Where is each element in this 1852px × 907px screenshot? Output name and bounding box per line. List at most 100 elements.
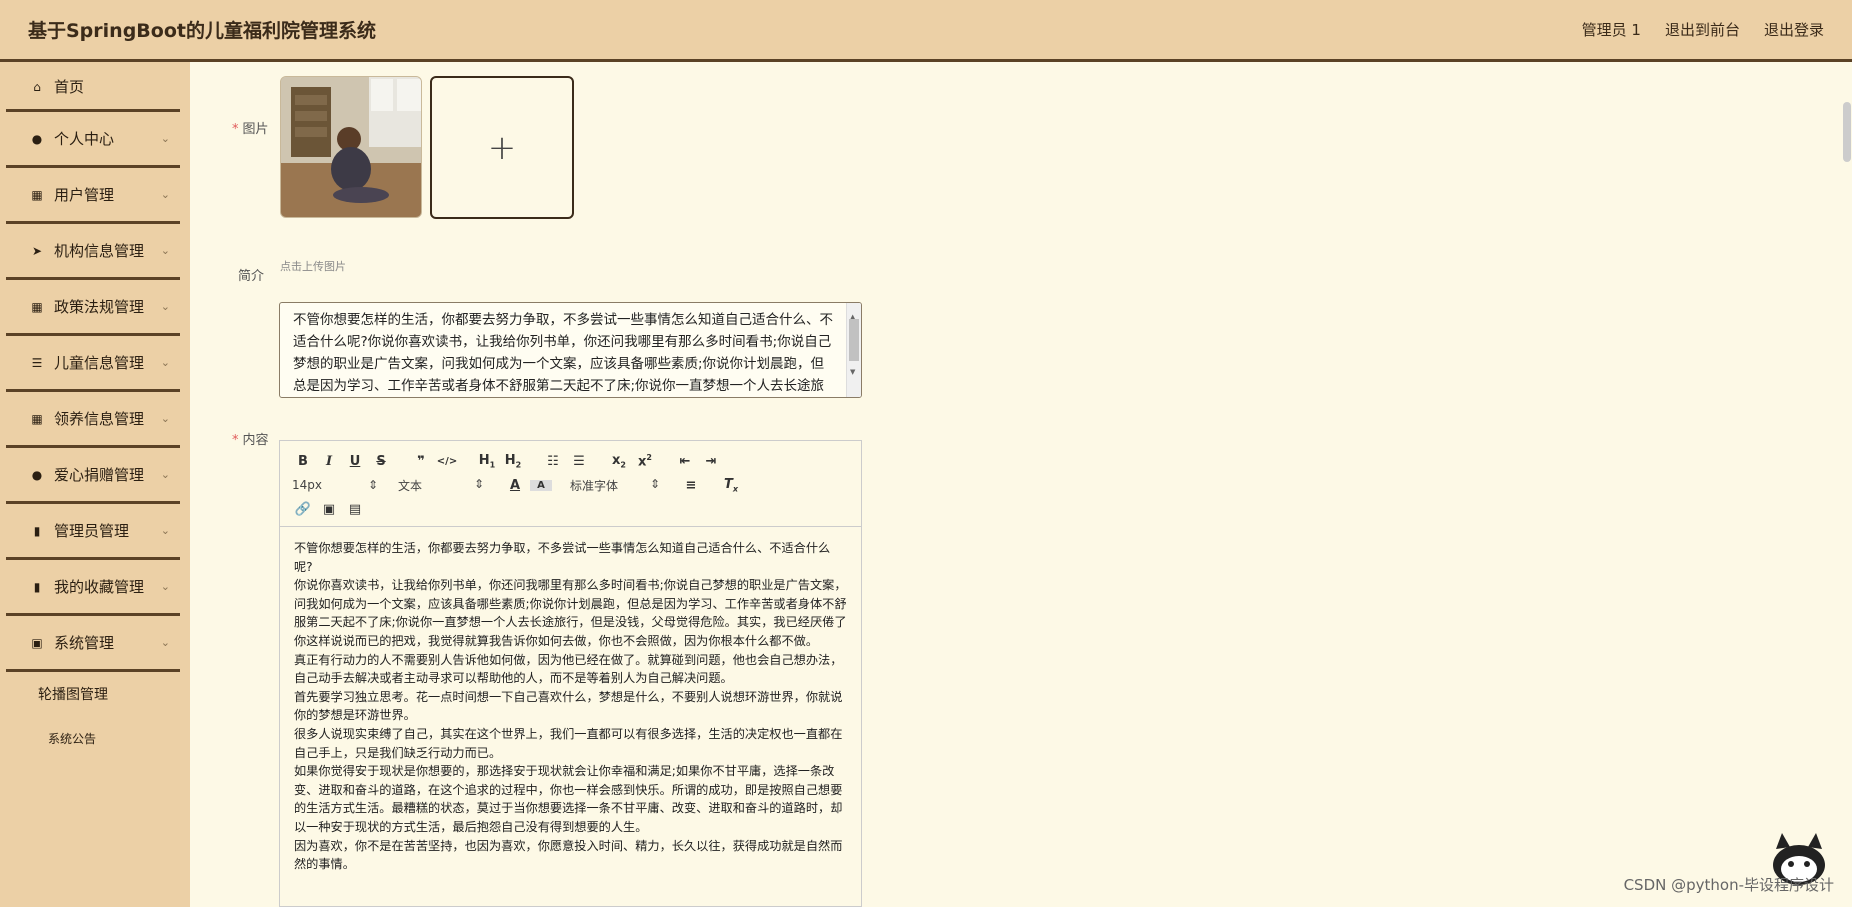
code-block-icon[interactable]: </> [436,456,458,467]
editor-paragraph: 首先要学习独立思考。花一点时间想一下自己喜欢什么，梦想是什么，不要别人说想环游世… [294,689,843,723]
page-scrollbar[interactable] [1842,62,1852,907]
send-icon: ➤ [31,243,43,258]
sidebar-item-label: 爱心捐赠管理 [54,466,145,484]
app-title: 基于SpringBoot的儿童福利院管理系统 [28,20,376,42]
chevron-down-icon: ⌄ [160,412,170,425]
clear-format-icon[interactable]: Tx [720,477,742,494]
editor-paragraph: 不管你想要怎样的生活，你都要去努力争取，不多尝试一些事情怎么知道自己适合什么、不… [294,541,831,574]
current-user: 管理员 1 [1581,21,1641,39]
sidebar-subitem-1[interactable]: 系统公告 [0,716,190,760]
page-scroll-thumb[interactable] [1843,102,1851,162]
blockquote-icon[interactable]: ❞ [410,454,432,469]
sidebar-item-label: 首页 [54,78,85,96]
sidebar-item-10[interactable]: ▣ 系统管理 ⌄ [6,616,180,672]
sidebar-item-5[interactable]: ☰ 儿童信息管理 ⌄ [6,336,180,392]
sidebar-item-1[interactable]: ● 个人中心 ⌄ [6,112,180,168]
editor-paragraph: 因为喜欢，你不是在苦苦坚持，也因为喜欢，你愿意投入时间、精力，长久以往，获得成功… [294,838,843,872]
intro-textarea[interactable]: 不管你想要怎样的生活，你都要去努力争取，不多尝试一些事情怎么知道自己适合什么、不… [279,302,862,398]
chevron-down-icon: ⌄ [160,356,170,369]
superscript-icon[interactable]: x2 [634,453,656,469]
scroll-thumb[interactable] [849,319,859,361]
sidebar-item-3[interactable]: ➤ 机构信息管理 ⌄ [6,224,180,280]
heading-2-icon[interactable]: H2 [502,453,524,470]
required-mark: * [232,122,239,137]
editor-paragraph: 如果你觉得安于现状是你想要的，那选择安于现状就会让你幸福和满足;如果你不甘平庸，… [294,764,843,834]
back-to-front-link[interactable]: 退出到前台 [1665,19,1740,40]
grid-icon: ▦ [31,187,43,202]
indent-icon[interactable]: ⇥ [700,454,722,469]
italic-icon[interactable]: I [318,454,340,469]
upload-image-button[interactable]: + [430,76,574,219]
bullet-list-icon[interactable]: ☰ [568,454,590,469]
chevron-down-icon: ⌄ [160,188,170,201]
sidebar-item-label: 机构信息管理 [54,242,145,260]
user-icon: ● [31,131,43,146]
content-field-label: * 内容 [232,433,269,448]
chevron-down-icon: ⌄ [160,132,170,145]
editor-content[interactable]: 不管你想要怎样的生活，你都要去努力争取，不多尝试一些事情怎么知道自己适合什么、不… [280,527,861,907]
editor-paragraph: 很多人说现实束缚了自己，其实在这个世界上，我们一直都可以有很多选择，生活的决定权… [294,726,843,760]
sidebar-item-4[interactable]: ▦ 政策法规管理 ⌄ [6,280,180,336]
top-header: 基于SpringBoot的儿童福利院管理系统 管理员 1 退出到前台 退出登录 [0,0,1852,62]
upload-hint: 点击上传图片 [280,260,346,273]
sidebar-subitem-0[interactable]: 轮播图管理 [0,672,190,716]
font-color-icon[interactable]: A [504,478,526,493]
logout-link[interactable]: 退出登录 [1764,19,1824,40]
chevron-down-icon: ⌄ [160,524,170,537]
sidebar-item-2[interactable]: ▦ 用户管理 ⌄ [6,168,180,224]
sidebar-item-label: 领养信息管理 [54,410,145,428]
sidebar-item-0[interactable]: ⌂ 首页 [6,64,180,112]
subscript-icon[interactable]: x2 [608,453,630,470]
font-size-select[interactable]: 14px ⇕ [292,478,378,492]
intro-scrollbar[interactable]: ▲ ▼ [846,303,861,397]
ordered-list-icon[interactable]: ☷ [542,454,564,469]
font-family-select[interactable]: 标准字体 ⇕ [570,477,660,494]
rich-text-editor[interactable]: B I U S ❞ </> H1 H2 ☷ ☰ x2 x2 ⇤ ⇥ 14px ⇕… [279,440,862,907]
list-icon: ☰ [31,355,43,370]
bold-icon[interactable]: B [292,454,314,469]
select-arrows-icon: ⇕ [649,476,660,491]
plus-icon: + [487,127,517,168]
editor-paragraph: 真正有行动力的人不需要别人告诉他如何做，因为他已经在做了。就算碰到问题，他也会自… [294,652,843,686]
chevron-down-icon: ⌄ [160,580,170,593]
sidebar-item-label: 个人中心 [54,130,115,148]
intro-field-label: 简介 [238,269,265,284]
link-icon[interactable]: 🔗 [292,502,314,517]
image-icon[interactable]: ▣ [318,502,340,517]
header-actions: 管理员 1 退出到前台 退出登录 [1582,19,1824,40]
chevron-down-icon: ⌄ [160,468,170,481]
sidebar-item-8[interactable]: ▮ 管理员管理 ⌄ [6,504,180,560]
uploaded-image-thumbnail[interactable] [280,76,422,218]
sidebar: ⌂ 首页 ● 个人中心 ⌄ ▦ 用户管理 ⌄ ➤ 机构信息管理 ⌄ ▦ 政策法规管理 ⌄ ☰ 儿童信息管理 ⌄ ▦… [0,62,190,907]
sidebar-item-9[interactable]: ▮ 我的收藏管理 ⌄ [6,560,180,616]
bar-chart-icon: ▮ [33,579,41,594]
sidebar-item-label: 管理员管理 [54,522,130,540]
main-form: * 图片 + 点击上传图片 简介 不管你想要怎样的生活，你都要去努力争取，不多尝试… [190,62,1842,907]
sidebar-item-6[interactable]: ▦ 领养信息管理 ⌄ [6,392,180,448]
outdent-icon[interactable]: ⇤ [674,454,696,469]
child-photo-icon [281,77,421,217]
intro-text: 不管你想要怎样的生活，你都要去努力争取，不多尝试一些事情怎么知道自己适合什么、不… [293,312,833,394]
sidebar-item-label: 儿童信息管理 [54,354,145,372]
video-icon[interactable]: ▤ [344,502,366,517]
grid-icon: ▦ [31,411,43,426]
chevron-down-icon: ⌄ [160,244,170,257]
sidebar-item-label: 用户管理 [54,186,115,204]
align-icon[interactable]: ≡ [680,478,702,493]
underline-icon[interactable]: U [344,454,366,469]
home-icon: ⌂ [33,79,41,94]
background-color-icon[interactable]: A [530,479,552,491]
image-field-label: * 图片 [232,122,269,137]
sidebar-item-label: 我的收藏管理 [54,578,145,596]
select-arrows-icon: ⇕ [473,476,484,491]
text-type-select[interactable]: 文本 ⇕ [398,477,484,494]
editor-toolbar: B I U S ❞ </> H1 H2 ☷ ☰ x2 x2 ⇤ ⇥ 14px ⇕… [280,441,861,527]
sidebar-item-7[interactable]: ● 爱心捐赠管理 ⌄ [6,448,180,504]
clipboard-icon: ▣ [31,635,43,650]
heading-1-icon[interactable]: H1 [476,453,498,470]
strikethrough-icon[interactable]: S [370,454,392,469]
person-icon: ● [31,467,43,482]
sidebar-item-label: 政策法规管理 [54,298,145,316]
select-arrows-icon: ⇕ [367,478,378,492]
scroll-down-icon[interactable]: ▼ [850,361,855,383]
